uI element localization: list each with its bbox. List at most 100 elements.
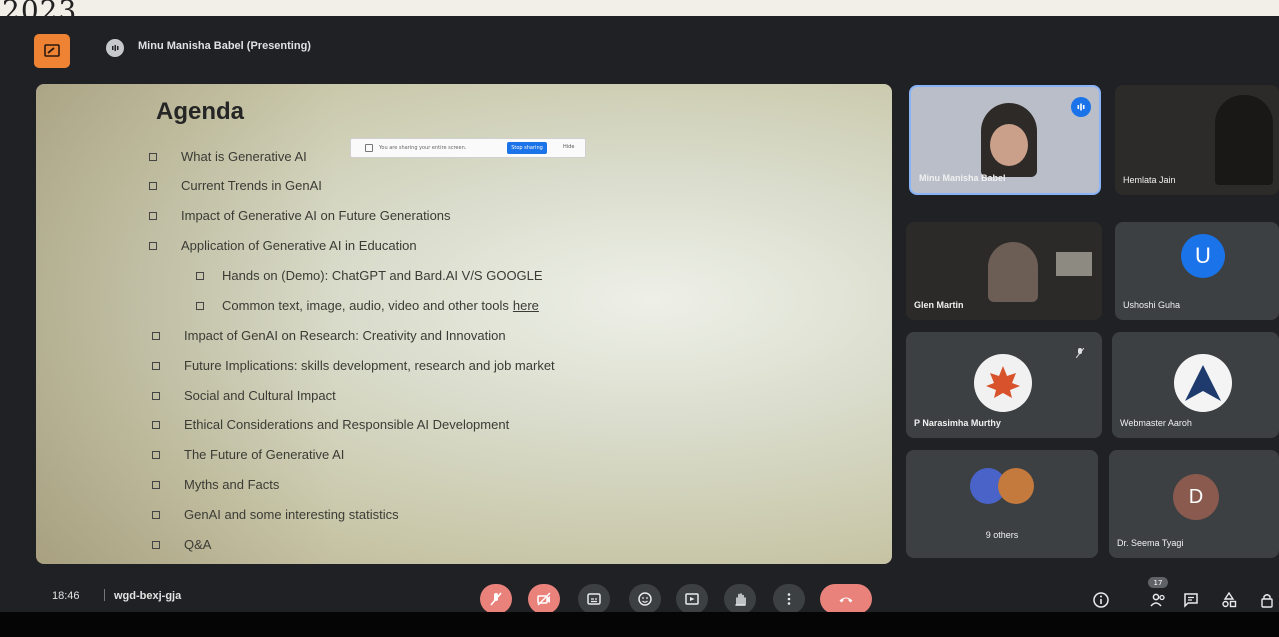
participant-count-badge: 17 (1148, 577, 1168, 588)
checkbox-bullet-icon (152, 510, 160, 519)
agenda-item: What is Generative AI (149, 149, 307, 164)
presenter-name: Minu Manisha Babel (Presenting) (138, 40, 311, 52)
lock-person-icon (1261, 594, 1273, 608)
presenting-chip[interactable] (34, 34, 70, 68)
divider (104, 589, 105, 601)
agenda-item: Current Trends in GenAI (149, 178, 322, 193)
checkbox-bullet-icon (196, 271, 204, 280)
checkbox-bullet-icon (196, 301, 204, 310)
bottom-bar: 18:46 wgd-bexj-gja 17 (0, 576, 1279, 614)
participant-name: Glen Martin (914, 300, 964, 310)
slide-title: Agenda (156, 98, 245, 125)
participant-tile[interactable]: Minu Manisha Babel (909, 85, 1101, 195)
stop-sharing-button[interactable]: Stop sharing (507, 142, 547, 154)
meet-window: Minu Manisha Babel (Presenting) Agenda W… (0, 16, 1279, 614)
agenda-item: Social and Cultural Impact (152, 388, 336, 403)
checkbox-bullet-icon (152, 331, 160, 340)
captions-button[interactable] (578, 584, 610, 614)
participant-name: Hemlata Jain (1123, 175, 1176, 185)
present-screen-icon (685, 593, 699, 605)
agenda-subitem: Hands on (Demo): ChatGPT and Bard.AI V/S… (196, 268, 543, 283)
participant-avatar (998, 468, 1034, 504)
top-bar: Minu Manisha Babel (Presenting) (0, 16, 1279, 76)
photo-bottom-edge (0, 612, 1279, 637)
maple-leaf-icon (986, 366, 1020, 398)
people-button[interactable] (1148, 590, 1168, 610)
end-call-icon (839, 597, 853, 603)
chat-icon (1184, 593, 1198, 608)
share-notice-text: You are sharing your entire screen. (379, 145, 467, 151)
more-vert-icon (787, 593, 791, 605)
participant-tile[interactable]: Webmaster Aaroh (1112, 332, 1279, 438)
checkbox-bullet-icon (149, 211, 157, 220)
reactions-button[interactable] (629, 584, 661, 614)
participant-video (981, 103, 1037, 177)
participant-avatar: D (1173, 474, 1219, 520)
meeting-time: 18:46 (52, 590, 80, 602)
people-icon (1150, 593, 1165, 607)
share-screen-icon (365, 144, 373, 152)
agenda-item: Impact of Generative AI on Future Genera… (149, 208, 451, 223)
info-icon (1093, 592, 1109, 608)
others-count: 9 others (985, 530, 1019, 540)
checkbox-bullet-icon (152, 480, 160, 489)
mic-off-icon (1076, 348, 1084, 358)
checkbox-bullet-icon (152, 361, 160, 370)
participant-name: P Narasimha Murthy (914, 418, 1001, 428)
hide-notice-button[interactable]: Hide (563, 144, 574, 150)
agenda-item: The Future of Generative AI (152, 447, 344, 462)
participant-avatar (1174, 354, 1232, 412)
agenda-item: GenAI and some interesting statistics (152, 507, 399, 522)
leave-call-button[interactable] (820, 584, 872, 614)
photo-top-edge (0, 0, 1279, 16)
emoji-icon (638, 592, 652, 606)
participant-avatar (974, 354, 1032, 412)
participant-name: Dr. Seema Tyagi (1117, 538, 1184, 548)
shapes-icon (1222, 591, 1237, 608)
tools-link[interactable]: here (513, 298, 539, 313)
present-screen-icon (44, 44, 60, 57)
participant-tile[interactable]: U Ushoshi Guha (1115, 222, 1279, 320)
participant-name: Minu Manisha Babel (919, 173, 1006, 183)
meeting-details-button[interactable] (1091, 590, 1111, 610)
participant-avatar: U (1181, 234, 1225, 278)
raise-hand-button[interactable] (724, 584, 756, 614)
more-options-button[interactable] (773, 584, 805, 614)
hand-icon (735, 593, 746, 606)
mic-toggle-button[interactable] (480, 584, 512, 614)
participant-tile[interactable]: P Narasimha Murthy (906, 332, 1102, 438)
participant-tile[interactable]: Glen Martin (906, 222, 1102, 320)
checkbox-bullet-icon (152, 450, 160, 459)
checkbox-bullet-icon (152, 540, 160, 549)
speaking-indicator-icon (106, 39, 124, 57)
chat-button[interactable] (1181, 590, 1201, 610)
participant-tile[interactable]: D Dr. Seema Tyagi (1109, 450, 1279, 558)
participant-tile[interactable]: Hemlata Jain (1115, 85, 1279, 195)
checkbox-bullet-icon (149, 152, 157, 161)
others-tile[interactable]: 9 others (906, 450, 1098, 558)
agenda-item: Future Implications: skills development,… (152, 358, 555, 373)
activities-button[interactable] (1219, 590, 1239, 610)
mic-off-icon (490, 592, 502, 606)
meeting-code: wgd-bexj-gja (114, 590, 182, 602)
host-controls-button[interactable] (1258, 590, 1276, 610)
checkbox-bullet-icon (149, 241, 157, 250)
checkbox-bullet-icon (152, 391, 160, 400)
camera-toggle-button[interactable] (528, 584, 560, 614)
agenda-subitem: Common text, image, audio, video and oth… (196, 298, 539, 313)
agenda-item: Ethical Considerations and Responsible A… (152, 417, 509, 432)
participant-name: Webmaster Aaroh (1120, 418, 1192, 428)
checkbox-bullet-icon (149, 181, 157, 190)
agenda-item: Q&A (152, 537, 211, 552)
participant-video (988, 242, 1038, 302)
present-button[interactable] (676, 584, 708, 614)
aaroh-logo-icon (1185, 365, 1221, 401)
participant-video (1215, 95, 1273, 185)
screen-share-notification: You are sharing your entire screen. Stop… (350, 138, 586, 158)
participant-name: Ushoshi Guha (1123, 300, 1181, 310)
camera-off-icon (537, 592, 551, 606)
speaking-indicator-icon (1071, 97, 1091, 117)
agenda-item: Myths and Facts (152, 477, 279, 492)
agenda-item: Impact of GenAI on Research: Creativity … (152, 328, 506, 343)
agenda-item: Application of Generative AI in Educatio… (149, 238, 417, 253)
